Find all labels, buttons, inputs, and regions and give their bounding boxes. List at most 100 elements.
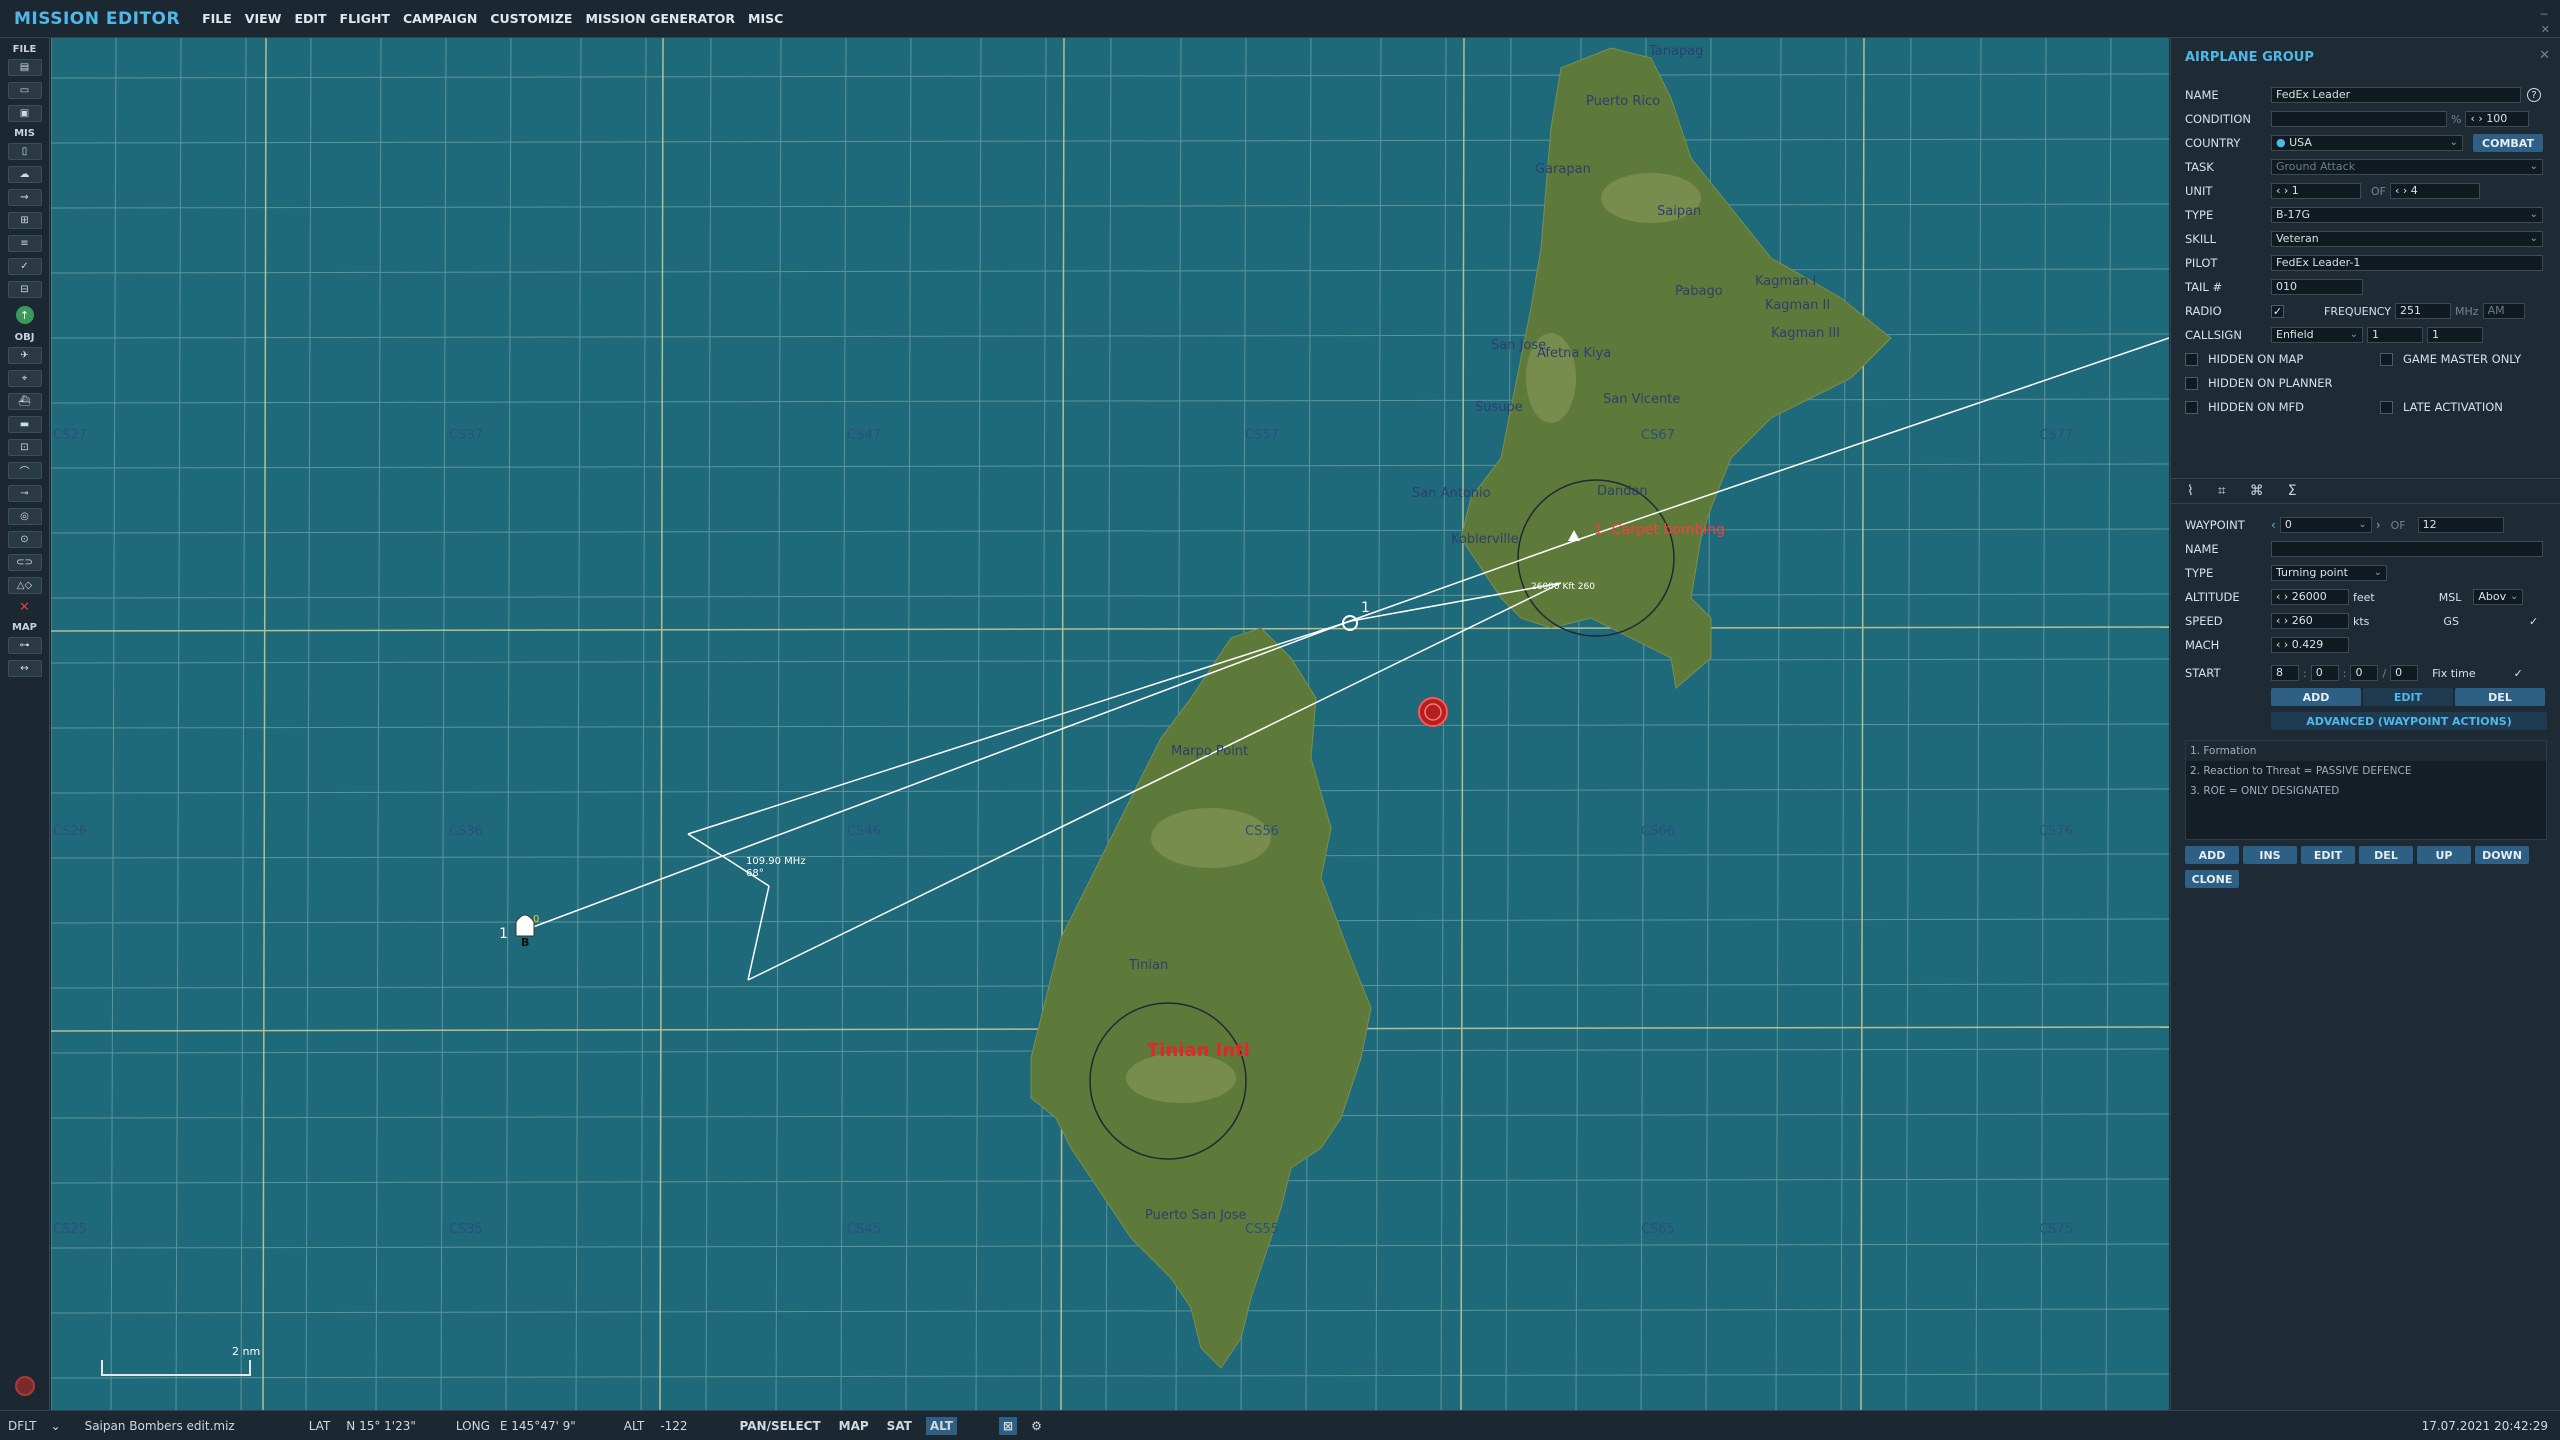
map-mode-button[interactable]: MAP [835, 1417, 873, 1435]
stepper-icon[interactable]: ‹ › [2276, 590, 2292, 603]
late-activation-checkbox[interactable] [2380, 400, 2393, 414]
triggers-icon[interactable]: ⇝ [7, 189, 42, 206]
vehicle-icon[interactable]: ▬ [7, 416, 42, 433]
tail-field[interactable]: 010 [2271, 279, 2363, 295]
arrow-up-icon[interactable]: ↑ [15, 306, 34, 324]
speed-field[interactable]: ‹ › 260 [2271, 613, 2349, 629]
sat-mode-button[interactable]: SAT [883, 1417, 916, 1435]
list-item[interactable]: 2. Reaction to Threat = PASSIVE DEFENCE [2186, 761, 2546, 781]
del-waypoint-button[interactable]: DEL [2455, 688, 2545, 706]
list-item[interactable]: 3. ROE = ONLY DESIGNATED [2186, 781, 2546, 801]
altitude-mode-select[interactable]: Abov [2473, 589, 2524, 605]
weather-icon[interactable]: ☁ [7, 166, 42, 183]
pan-select-button[interactable]: PAN/SELECT [736, 1417, 825, 1435]
unit-field[interactable]: ‹ › 1 [2271, 183, 2361, 199]
start-minutes[interactable]: 0 [2310, 665, 2339, 681]
map-view[interactable]: CS27 CS37 CS47 CS57 CS67 CS77 CS26 CS36 … [51, 38, 2169, 1410]
save-file-icon[interactable]: ▣ [7, 105, 42, 122]
next-waypoint-icon[interactable]: › [2376, 518, 2381, 532]
draw-icon[interactable]: ⊂⊃ [7, 554, 42, 571]
menu-misc[interactable]: MISC [748, 11, 783, 26]
down-action-button[interactable]: DOWN [2475, 846, 2529, 864]
route-tab-icon[interactable]: ⌇ [2187, 483, 2194, 499]
ruler-icon[interactable]: ↔ [7, 660, 42, 677]
hidden-map-checkbox[interactable] [2185, 352, 2198, 366]
menu-file[interactable]: FILE [202, 11, 232, 26]
ship-icon[interactable]: ⛴ [7, 393, 42, 410]
new-file-icon[interactable]: ▤ [7, 59, 42, 76]
country-select[interactable]: ● USA [2271, 135, 2463, 151]
bullseye-icon[interactable]: ⊙ [7, 531, 42, 548]
actions-list[interactable]: 1. Formation 2. Reaction to Threat = PAS… [2185, 740, 2547, 840]
list-item[interactable]: 1. Formation [2186, 741, 2546, 761]
pilot-field[interactable]: FedEx Leader-1 [2271, 255, 2543, 271]
delete-icon[interactable]: ✕ [14, 600, 36, 616]
static-icon[interactable]: ⊡ [7, 439, 42, 456]
target-waypoint-label[interactable]: 1. Carpet bombing [1594, 522, 1725, 538]
insert-action-button[interactable]: INS [2243, 846, 2297, 864]
alt-mode-button[interactable]: ALT [925, 1416, 957, 1435]
condition-value-field[interactable]: ‹ › 100 [2465, 111, 2530, 127]
add-waypoint-button[interactable]: ADD [2271, 688, 2361, 706]
name-field[interactable]: FedEx Leader [2271, 87, 2521, 103]
add-action-button[interactable]: ADD [2185, 846, 2239, 864]
helicopter-icon[interactable]: ⌖ [7, 370, 42, 387]
stepper-icon[interactable]: ‹ › [2470, 112, 2486, 125]
menu-view[interactable]: VIEW [245, 11, 282, 26]
type-select[interactable]: B-17G [2271, 207, 2543, 223]
condition-field[interactable] [2271, 111, 2447, 127]
chevron-down-icon[interactable]: ⌄ [51, 1419, 61, 1433]
close-icon[interactable]: ✕ [2539, 48, 2550, 63]
callsign-number-2[interactable]: 1 [2427, 327, 2483, 343]
template-icon[interactable]: ⌒ [7, 462, 42, 479]
close-icon[interactable]: ✕ [2541, 23, 2550, 36]
task-select[interactable]: Ground Attack [2271, 159, 2543, 175]
start-hours[interactable]: 8 [2271, 665, 2299, 681]
mach-field[interactable]: ‹ › 0.429 [2271, 637, 2349, 653]
menu-edit[interactable]: EDIT [294, 11, 326, 26]
briefing-icon[interactable]: ▯ [7, 143, 42, 160]
gs-check-icon[interactable]: ✓ [2529, 615, 2538, 628]
prev-waypoint-icon[interactable]: ‹ [2271, 518, 2276, 532]
minimize-icon[interactable]: ─ [2541, 8, 2550, 21]
skill-select[interactable]: Veteran [2271, 231, 2543, 247]
fix-time-check-icon[interactable]: ✓ [2514, 667, 2523, 680]
shapes-icon[interactable]: △◇ [7, 577, 42, 594]
menu-campaign[interactable]: CAMPAIGN [403, 11, 477, 26]
check-icon[interactable]: ✓ [7, 258, 42, 275]
menu-flight[interactable]: FLIGHT [340, 11, 390, 26]
edit-action-button[interactable]: EDIT [2301, 846, 2355, 864]
airfield-label[interactable]: Tinian Intl [1147, 1040, 1250, 1061]
stepper-icon[interactable]: ‹ › [2276, 638, 2292, 651]
open-file-icon[interactable]: ▭ [7, 82, 42, 99]
settings-icon[interactable]: ⚙ [1027, 1417, 1046, 1435]
advanced-actions-button[interactable]: ADVANCED (WAYPOINT ACTIONS) [2271, 712, 2547, 730]
start-day[interactable]: 0 [2390, 665, 2419, 681]
profile-select[interactable]: DFLT [8, 1419, 37, 1433]
hidden-planner-checkbox[interactable] [2185, 376, 2198, 390]
clone-action-button[interactable]: CLONE [2185, 870, 2239, 888]
nav-point-icon[interactable]: ⊸ [7, 485, 42, 502]
waypoint-select[interactable]: 0 [2279, 517, 2372, 533]
altitude-field[interactable]: ‹ › 26000 [2271, 589, 2349, 605]
zone-icon[interactable]: ⊞ [7, 212, 42, 229]
help-icon[interactable]: ? [2527, 88, 2541, 102]
stepper-icon[interactable]: ‹ › [2395, 184, 2411, 197]
menu-customize[interactable]: CUSTOMIZE [490, 11, 572, 26]
resources-icon[interactable]: ⊟ [7, 281, 42, 298]
wp-name-field[interactable] [2271, 541, 2543, 557]
target-icon[interactable]: ◎ [7, 508, 42, 525]
start-seconds[interactable]: 0 [2350, 665, 2379, 681]
filter-icon[interactable]: ⊠ [999, 1416, 1018, 1435]
payload-tab-icon[interactable]: ⌗ [2218, 483, 2226, 499]
stepper-icon[interactable]: ‹ › [2276, 184, 2292, 197]
record-icon[interactable] [15, 1376, 35, 1396]
edit-waypoint-button[interactable]: EDIT [2363, 688, 2453, 706]
unit-total-field[interactable]: ‹ › 4 [2390, 183, 2480, 199]
rules-icon[interactable]: ≡ [7, 235, 42, 252]
frequency-field[interactable]: 251 [2395, 303, 2452, 319]
map-options-icon[interactable]: ⊶ [7, 637, 42, 654]
stepper-icon[interactable]: ‹ › [2276, 614, 2292, 627]
summary-tab-icon[interactable]: Σ [2288, 483, 2297, 499]
gm-only-checkbox[interactable] [2380, 352, 2393, 366]
